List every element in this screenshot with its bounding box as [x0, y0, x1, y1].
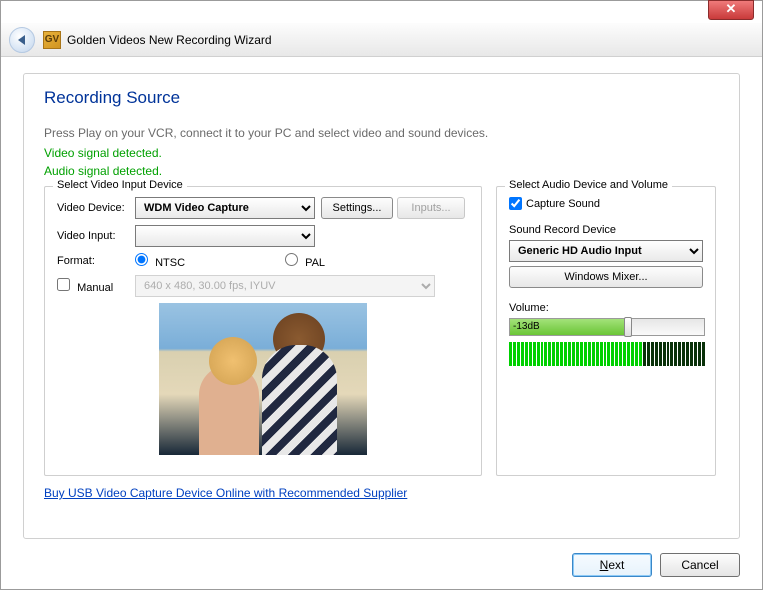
content-panel: Recording Source Press Play on your VCR,…: [23, 73, 740, 539]
back-button[interactable]: [9, 27, 35, 53]
video-device-select[interactable]: WDM Video Capture: [135, 197, 315, 219]
manual-resolution-select: 640 x 480, 30.00 fps, IYUV: [135, 275, 435, 297]
video-legend: Select Video Input Device: [53, 179, 187, 191]
ntsc-label: NTSC: [155, 257, 185, 269]
preview-subject-1: [209, 337, 257, 385]
manual-checkbox-input[interactable]: [57, 278, 70, 291]
buy-device-link[interactable]: Buy USB Video Capture Device Online with…: [44, 486, 719, 500]
video-device-label: Video Device:: [57, 202, 135, 214]
video-fieldset: Select Video Input Device Video Device: …: [44, 186, 482, 476]
video-preview: [159, 303, 367, 455]
audio-fieldset: Select Audio Device and Volume Capture S…: [496, 186, 716, 476]
video-input-label: Video Input:: [57, 230, 135, 242]
sound-device-label: Sound Record Device: [509, 224, 703, 236]
volume-label: Volume:: [509, 302, 703, 314]
pal-radio-input[interactable]: [285, 253, 298, 266]
inputs-button: Inputs...: [397, 197, 465, 219]
audio-legend: Select Audio Device and Volume: [505, 179, 672, 191]
close-button[interactable]: ✕: [708, 0, 754, 20]
ntsc-radio-input[interactable]: [135, 253, 148, 266]
pal-radio[interactable]: PAL: [285, 253, 325, 269]
video-input-select[interactable]: [135, 225, 315, 247]
manual-checkbox[interactable]: Manual: [57, 278, 135, 294]
app-icon: GV: [43, 31, 61, 49]
preview-subject-2: [273, 313, 325, 365]
capture-sound-label: Capture Sound: [526, 198, 600, 210]
ntsc-radio[interactable]: NTSC: [135, 253, 285, 269]
back-arrow-icon: [18, 35, 25, 45]
volume-value: -13dB: [510, 319, 630, 335]
format-label: Format:: [57, 255, 135, 267]
sound-device-select[interactable]: Generic HD Audio Input: [509, 240, 703, 262]
next-button[interactable]: Next: [572, 553, 652, 577]
capture-sound-input[interactable]: [509, 197, 522, 210]
video-status: Video signal detected.: [44, 146, 719, 160]
capture-sound-checkbox[interactable]: Capture Sound: [509, 197, 703, 210]
manual-label: Manual: [77, 282, 113, 294]
pal-label: PAL: [305, 257, 325, 269]
audio-status: Audio signal detected.: [44, 164, 719, 178]
cancel-button[interactable]: Cancel: [660, 553, 740, 577]
page-title: Recording Source: [44, 88, 719, 108]
windows-mixer-button[interactable]: Windows Mixer...: [509, 266, 703, 288]
instruction-text: Press Play on your VCR, connect it to yo…: [44, 126, 719, 140]
window-title: Golden Videos New Recording Wizard: [67, 33, 272, 47]
header-bar: GV Golden Videos New Recording Wizard: [1, 23, 762, 57]
volume-slider[interactable]: -13dB: [509, 318, 705, 336]
settings-button[interactable]: Settings...: [321, 197, 393, 219]
audio-level-meter: [509, 342, 705, 366]
